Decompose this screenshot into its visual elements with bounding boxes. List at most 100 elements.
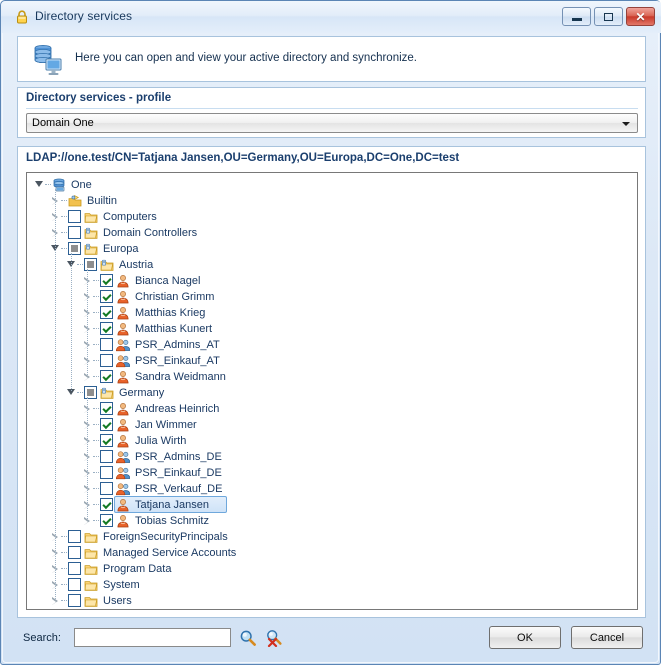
tree-row[interactable]: PSR_Verkauf_DE [27,481,637,497]
tree-connector [61,600,67,602]
tree-guide-line [55,189,57,599]
tree-checkbox-checked[interactable] [100,418,113,431]
tree-connector [77,392,83,394]
tree-checkbox-partial[interactable] [84,386,97,399]
tree-checkbox-checked[interactable] [100,290,113,303]
tree-checkbox-checked[interactable] [100,274,113,287]
tree-row[interactable]: Germany [27,385,637,401]
user-icon [117,307,129,320]
tree-checkbox-checked[interactable] [100,498,113,511]
search-input[interactable] [74,628,231,647]
tree-connector [93,360,99,362]
tree-row-label: Christian Grimm [135,291,215,303]
ldap-path-label: LDAP://one.test/CN=Tatjana Jansen,OU=Ger… [26,152,460,164]
tree-checkbox-unchecked[interactable] [68,594,81,607]
profile-select-value: Domain One [32,117,94,129]
tree-checkbox-partial[interactable] [68,242,81,255]
close-button[interactable]: ✕ [626,7,655,26]
profile-group-title: Directory services - profile [26,92,172,104]
tree-row[interactable]: Julia Wirth [27,433,637,449]
tree-checkbox-checked[interactable] [100,306,113,319]
tree-checkbox-checked[interactable] [100,322,113,335]
tree-row[interactable]: Europa [27,241,637,257]
directory-tree-panel[interactable]: One Builtin Computers Domain Controllers Eur… [26,172,638,610]
magnifier-clear-icon[interactable] [265,629,283,647]
tree-connector [93,504,99,506]
maximize-button[interactable] [594,7,623,26]
tree-row[interactable]: Builtin [27,193,637,209]
tree-checkbox-checked[interactable] [100,402,113,415]
tree-row-label: Austria [119,259,154,271]
tree-checkbox-unchecked[interactable] [100,482,113,495]
tree-checkbox-checked[interactable] [100,370,113,383]
tree-row[interactable]: Computers [27,209,637,225]
tree-row[interactable]: Sandra Weidmann [27,369,637,385]
tree-row[interactable]: PSR_Admins_AT [27,337,637,353]
group-icon [116,339,130,352]
tree-row[interactable]: Bianca Nagel [27,273,637,289]
tree-row[interactable]: Andreas Heinrich [27,401,637,417]
tree-row-label: Germany [119,387,165,399]
tree-twisty-expanded[interactable] [35,181,44,190]
profile-select[interactable]: Domain One [26,113,638,133]
tree-row[interactable]: PSR_Einkauf_AT [27,353,637,369]
directory-tree: One Builtin Computers Domain Controllers Eur… [27,173,637,609]
ou-folder-icon [100,259,114,271]
tree-row-label: Users [103,595,132,607]
directory-services-window: Directory services ✕ Here you can open a… [0,0,661,665]
tree-connector [93,456,99,458]
tree-checkbox-checked[interactable] [100,434,113,447]
window-title: Directory services [35,9,133,23]
tree-checkbox-unchecked[interactable] [68,546,81,559]
tree-row[interactable]: Jan Wimmer [27,417,637,433]
tree-row[interactable]: Program Data [27,561,637,577]
tree-checkbox-partial[interactable] [84,258,97,271]
tree-row[interactable]: PSR_Admins_DE [27,449,637,465]
tree-row[interactable]: Tatjana Jansen [27,496,637,513]
tree-row[interactable]: Tobias Schmitz [27,513,637,529]
tree-checkbox-unchecked[interactable] [68,226,81,239]
tree-checkbox-unchecked[interactable] [68,530,81,543]
lock-icon [17,10,27,24]
tree-checkbox-unchecked[interactable] [100,466,113,479]
tree-checkbox-unchecked[interactable] [68,210,81,223]
ok-button[interactable]: OK [489,626,561,649]
tree-connector [93,328,99,330]
tree-row[interactable]: ForeignSecurityPrincipals [27,529,637,545]
tree-checkbox-unchecked[interactable] [100,338,113,351]
user-icon [117,403,129,416]
tree-checkbox-unchecked[interactable] [100,450,113,463]
tree-connector [45,184,51,186]
database-server-monitor-icon [34,45,62,75]
tree-row[interactable]: Christian Grimm [27,289,637,305]
tree-row[interactable]: Users [27,593,637,609]
tree-row[interactable]: Managed Service Accounts [27,545,637,561]
tree-connector [61,568,67,570]
tree-row-label: PSR_Admins_AT [135,339,220,351]
tree-row[interactable]: System [27,577,637,593]
tree-row[interactable]: Austria [27,257,637,273]
tree-row[interactable]: One [27,177,637,193]
minimize-button[interactable] [562,7,591,26]
tree-checkbox-unchecked[interactable] [68,562,81,575]
tree-row[interactable]: Domain Controllers [27,225,637,241]
tree-row-label: PSR_Einkauf_DE [135,467,222,479]
user-icon [117,435,129,448]
user-icon [117,323,129,336]
title-bar[interactable]: Directory services ✕ [1,1,661,33]
magnifier-icon[interactable] [239,629,257,647]
tree-row-label: Domain Controllers [103,227,198,239]
tree-connector [61,232,67,234]
tree-checkbox-unchecked[interactable] [100,354,113,367]
tree-row[interactable]: PSR_Einkauf_DE [27,465,637,481]
tree-checkbox-unchecked[interactable] [68,578,81,591]
banner-text: Here you can open and view your active d… [75,52,417,64]
user-icon [117,499,129,512]
tree-row[interactable]: Matthias Krieg [27,305,637,321]
folder-icon [84,565,98,575]
cancel-button[interactable]: Cancel [571,626,643,649]
tree-row-label: Bianca Nagel [135,275,201,287]
tree-row[interactable]: Matthias Kunert [27,321,637,337]
tree-checkbox-checked[interactable] [100,514,113,527]
folder-icon [84,581,98,591]
